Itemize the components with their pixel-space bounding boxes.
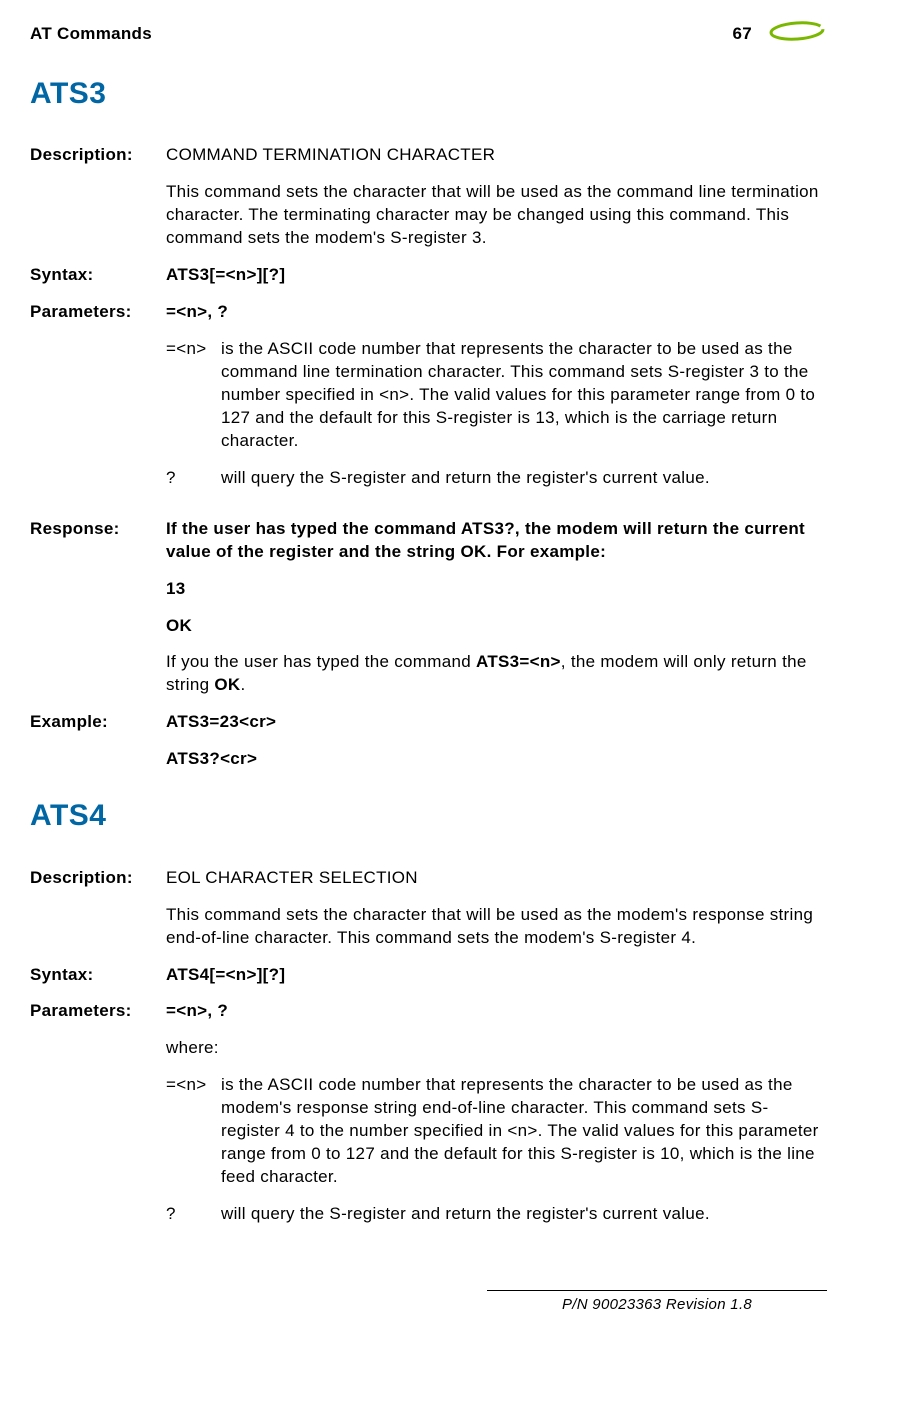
description-heading: COMMAND TERMINATION CHARACTER — [166, 144, 827, 167]
param-row-q: ? will query the S-register and return t… — [166, 1203, 827, 1226]
parameters-summary: =<n>, ? — [166, 1000, 827, 1023]
example-1: ATS3=23<cr> — [166, 711, 827, 734]
page-header: AT Commands 67 — [30, 20, 827, 49]
ats4-title: ATS4 — [30, 796, 827, 837]
description-label: Description: — [30, 867, 166, 950]
syntax-value: ATS4[=<n>][?] — [166, 964, 827, 987]
header-right: 67 — [732, 20, 827, 49]
description-content: COMMAND TERMINATION CHARACTER This comma… — [166, 144, 827, 250]
ats3-response: Response: If the user has typed the comm… — [30, 518, 827, 698]
description-body: This command sets the character that wil… — [166, 904, 827, 950]
param-row-n: =<n> is the ASCII code number that repre… — [166, 338, 827, 453]
param-key-n: =<n> — [166, 338, 221, 453]
response-text-4: If you the user has typed the command AT… — [166, 651, 827, 697]
ats3-title: ATS3 — [30, 74, 827, 115]
description-heading: EOL CHARACTER SELECTION — [166, 867, 827, 890]
ats3-syntax: Syntax: ATS3[=<n>][?] — [30, 264, 827, 287]
page-number: 67 — [732, 23, 752, 46]
syntax-label: Syntax: — [30, 964, 166, 987]
response-content: If the user has typed the command ATS3?,… — [166, 518, 827, 698]
ats4-description: Description: EOL CHARACTER SELECTION Thi… — [30, 867, 827, 950]
param-key-n: =<n> — [166, 1074, 221, 1189]
ats3-parameters: Parameters: =<n>, ? =<n> is the ASCII co… — [30, 301, 827, 504]
param-key-q: ? — [166, 1203, 221, 1226]
ats3-description: Description: COMMAND TERMINATION CHARACT… — [30, 144, 827, 250]
response-text-3: OK — [166, 615, 827, 638]
param-val-n: is the ASCII code number that represents… — [221, 1074, 827, 1189]
example-content: ATS3=23<cr> ATS3?<cr> — [166, 711, 827, 771]
response-label: Response: — [30, 518, 166, 698]
parameters-label: Parameters: — [30, 301, 166, 504]
parameters-content: =<n>, ? =<n> is the ASCII code number th… — [166, 301, 827, 504]
response-text-2: 13 — [166, 578, 827, 601]
description-content: EOL CHARACTER SELECTION This command set… — [166, 867, 827, 950]
response-text-1: If the user has typed the command ATS3?,… — [166, 518, 827, 564]
ats4-syntax: Syntax: ATS4[=<n>][?] — [30, 964, 827, 987]
example-label: Example: — [30, 711, 166, 771]
logo-icon — [767, 20, 827, 49]
parameters-content: =<n>, ? where: =<n> is the ASCII code nu… — [166, 1000, 827, 1240]
description-label: Description: — [30, 144, 166, 250]
param-val-n: is the ASCII code number that represents… — [221, 338, 827, 453]
parameters-label: Parameters: — [30, 1000, 166, 1240]
syntax-value: ATS3[=<n>][?] — [166, 264, 827, 287]
parameters-summary: =<n>, ? — [166, 301, 827, 324]
param-val-q: will query the S-register and return the… — [221, 1203, 827, 1226]
header-title: AT Commands — [30, 23, 152, 46]
example-2: ATS3?<cr> — [166, 748, 827, 771]
syntax-label: Syntax: — [30, 264, 166, 287]
param-row-n: =<n> is the ASCII code number that repre… — [166, 1074, 827, 1189]
param-key-q: ? — [166, 467, 221, 490]
description-body: This command sets the character that wil… — [166, 181, 827, 250]
param-row-q: ? will query the S-register and return t… — [166, 467, 827, 490]
page-footer: P/N 90023363 Revision 1.8 — [487, 1290, 827, 1315]
param-val-q: will query the S-register and return the… — [221, 467, 827, 490]
ats3-example: Example: ATS3=23<cr> ATS3?<cr> — [30, 711, 827, 771]
ats4-parameters: Parameters: =<n>, ? where: =<n> is the A… — [30, 1000, 827, 1240]
where-text: where: — [166, 1037, 827, 1060]
